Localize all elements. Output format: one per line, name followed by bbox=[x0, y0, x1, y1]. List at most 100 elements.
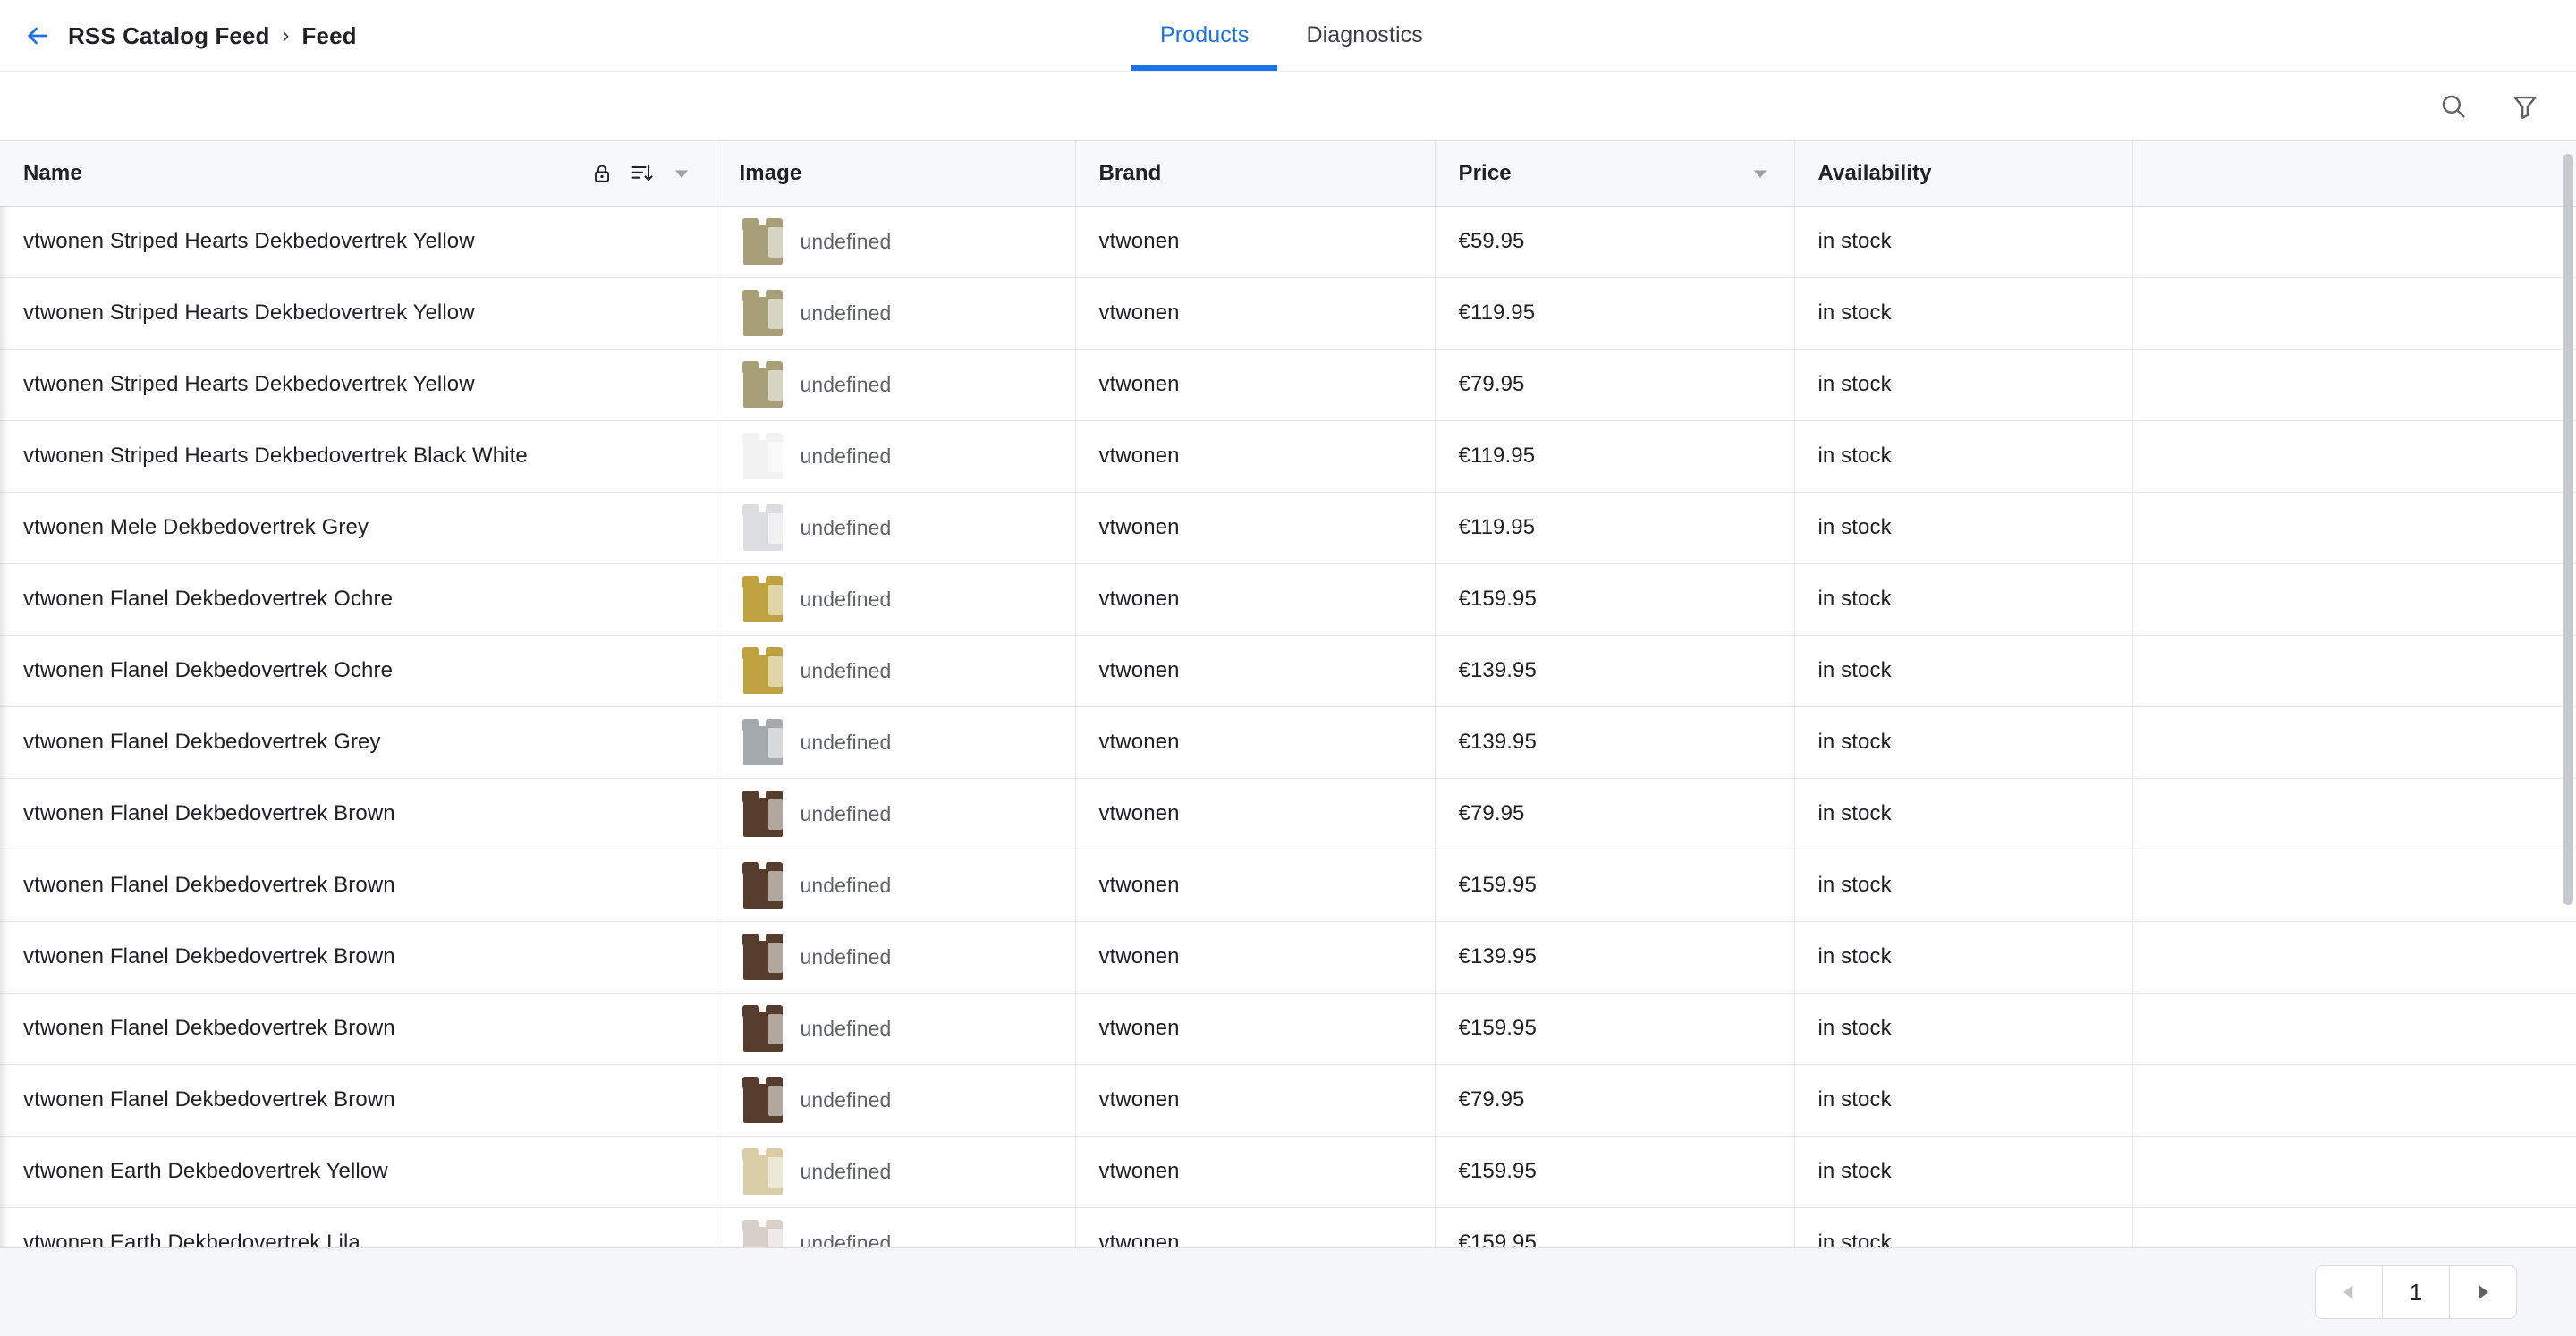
cell-extra bbox=[2132, 1207, 2576, 1247]
cell-price: €159.95 bbox=[1435, 1136, 1795, 1208]
product-thumbnail bbox=[739, 1075, 784, 1125]
cell-price: €139.95 bbox=[1435, 635, 1795, 707]
tab-bar: Products Diagnostics bbox=[1131, 0, 1452, 71]
image-alt-text: undefined bbox=[800, 873, 892, 897]
cell-name: vtwonen Striped Hearts Dekbedovertrek Bl… bbox=[0, 420, 716, 493]
table-row[interactable]: vtwonen Mele Dekbedovertrek Grey undefine… bbox=[0, 492, 2576, 564]
table-row[interactable]: vtwonen Earth Dekbedovertrek Lila undefin… bbox=[0, 1207, 2576, 1247]
table-row[interactable]: vtwonen Striped Hearts Dekbedovertrek Ye… bbox=[0, 206, 2576, 278]
name-column-menu-button[interactable] bbox=[671, 163, 692, 184]
cell-price: €139.95 bbox=[1435, 706, 1795, 779]
table-body: vtwonen Striped Hearts Dekbedovertrek Ye… bbox=[0, 206, 2576, 1247]
table-row[interactable]: vtwonen Flanel Dekbedovertrek Brown undef… bbox=[0, 850, 2576, 922]
table-row[interactable]: vtwonen Flanel Dekbedovertrek Grey undefi… bbox=[0, 706, 2576, 779]
image-alt-text: undefined bbox=[800, 1230, 892, 1248]
table-row[interactable]: vtwonen Flanel Dekbedovertrek Brown undef… bbox=[0, 921, 2576, 994]
cell-price: €79.95 bbox=[1435, 1064, 1795, 1137]
cell-price: €159.95 bbox=[1435, 850, 1795, 922]
cell-name: vtwonen Striped Hearts Dekbedovertrek Ye… bbox=[0, 206, 716, 278]
cell-brand: vtwonen bbox=[1075, 492, 1436, 564]
cell-image: undefined bbox=[716, 706, 1076, 779]
tab-diagnostics[interactable]: Diagnostics bbox=[1277, 0, 1451, 71]
cell-image: undefined bbox=[716, 563, 1076, 636]
column-label-availability: Availability bbox=[1818, 160, 1932, 185]
product-thumbnail bbox=[739, 646, 784, 696]
cell-brand: vtwonen bbox=[1075, 563, 1436, 636]
column-header-name[interactable]: Name bbox=[0, 141, 716, 207]
table-row[interactable]: vtwonen Striped Hearts Dekbedovertrek Ye… bbox=[0, 277, 2576, 350]
cell-availability: in stock bbox=[1794, 1207, 2133, 1247]
products-table-container[interactable]: Name Image Brand Price Availability vtwo… bbox=[0, 140, 2576, 1247]
table-row[interactable]: vtwonen Flanel Dekbedovertrek Ochre undef… bbox=[0, 563, 2576, 636]
filter-button[interactable] bbox=[2504, 86, 2546, 127]
table-row[interactable]: vtwonen Flanel Dekbedovertrek Brown undef… bbox=[0, 1064, 2576, 1137]
image-alt-text: undefined bbox=[800, 801, 892, 825]
rss-catalog-feed-page: RSS Catalog Feed › Feed Products Diagnos… bbox=[0, 0, 2576, 1336]
cell-image: undefined bbox=[716, 1207, 1076, 1248]
cell-price: €59.95 bbox=[1435, 206, 1795, 278]
image-alt-text: undefined bbox=[800, 515, 892, 539]
product-thumbnail bbox=[739, 1146, 784, 1196]
cell-brand: vtwonen bbox=[1075, 706, 1436, 779]
table-row[interactable]: vtwonen Flanel Dekbedovertrek Brown undef… bbox=[0, 993, 2576, 1065]
cell-image: undefined bbox=[716, 1064, 1076, 1137]
next-page-button[interactable] bbox=[2450, 1266, 2516, 1318]
search-button[interactable] bbox=[2433, 86, 2474, 127]
cell-extra bbox=[2132, 420, 2576, 493]
table-row[interactable]: vtwonen Striped Hearts Dekbedovertrek Ye… bbox=[0, 349, 2576, 421]
cell-price: €159.95 bbox=[1435, 563, 1795, 636]
cell-availability: in stock bbox=[1794, 993, 2133, 1065]
cell-price: €119.95 bbox=[1435, 420, 1795, 493]
sort-descending-button[interactable] bbox=[630, 161, 655, 186]
cell-extra bbox=[2132, 921, 2576, 994]
table-footer: 1 bbox=[0, 1247, 2576, 1336]
image-alt-text: undefined bbox=[800, 1159, 892, 1183]
cell-brand: vtwonen bbox=[1075, 778, 1436, 850]
column-header-extra bbox=[2132, 141, 2576, 207]
breadcrumb-parent-link[interactable]: RSS Catalog Feed bbox=[68, 24, 270, 47]
price-column-menu-button[interactable] bbox=[1750, 163, 1771, 184]
column-header-availability[interactable]: Availability bbox=[1794, 141, 2133, 207]
lock-icon-button[interactable] bbox=[590, 162, 614, 185]
product-thumbnail bbox=[739, 503, 784, 553]
cell-availability: in stock bbox=[1794, 563, 2133, 636]
cell-extra bbox=[2132, 778, 2576, 850]
cell-availability: in stock bbox=[1794, 420, 2133, 493]
current-page[interactable]: 1 bbox=[2382, 1266, 2450, 1318]
cell-availability: in stock bbox=[1794, 850, 2133, 922]
cell-brand: vtwonen bbox=[1075, 206, 1436, 278]
column-header-brand[interactable]: Brand bbox=[1075, 141, 1436, 207]
cell-brand: vtwonen bbox=[1075, 277, 1436, 350]
cell-name: vtwonen Flanel Dekbedovertrek Brown bbox=[0, 993, 716, 1065]
column-header-image[interactable]: Image bbox=[716, 141, 1076, 207]
cell-name: vtwonen Flanel Dekbedovertrek Brown bbox=[0, 921, 716, 994]
product-thumbnail bbox=[739, 288, 784, 338]
cell-name: vtwonen Flanel Dekbedovertrek Ochre bbox=[0, 635, 716, 707]
triangle-right-icon bbox=[2479, 1285, 2488, 1299]
cell-image: undefined bbox=[716, 778, 1076, 850]
product-thumbnail bbox=[739, 574, 784, 624]
cell-name: vtwonen Earth Dekbedovertrek Lila bbox=[0, 1207, 716, 1247]
pagination: 1 bbox=[2315, 1265, 2517, 1319]
image-alt-text: undefined bbox=[800, 730, 892, 754]
table-row[interactable]: vtwonen Flanel Dekbedovertrek Ochre undef… bbox=[0, 635, 2576, 707]
cell-name: vtwonen Flanel Dekbedovertrek Brown bbox=[0, 778, 716, 850]
table-row[interactable]: vtwonen Striped Hearts Dekbedovertrek Bl… bbox=[0, 420, 2576, 493]
table-row[interactable]: vtwonen Earth Dekbedovertrek Yellow undef… bbox=[0, 1136, 2576, 1208]
product-thumbnail bbox=[739, 431, 784, 481]
cell-image: undefined bbox=[716, 635, 1076, 707]
cell-brand: vtwonen bbox=[1075, 420, 1436, 493]
lock-icon bbox=[594, 165, 609, 182]
column-label-name: Name bbox=[23, 160, 82, 185]
cell-name: vtwonen Striped Hearts Dekbedovertrek Ye… bbox=[0, 349, 716, 421]
cell-extra bbox=[2132, 993, 2576, 1065]
previous-page-button[interactable] bbox=[2316, 1266, 2382, 1318]
table-row[interactable]: vtwonen Flanel Dekbedovertrek Brown undef… bbox=[0, 778, 2576, 850]
image-alt-text: undefined bbox=[800, 658, 892, 682]
cell-availability: in stock bbox=[1794, 706, 2133, 779]
cell-image: undefined bbox=[716, 492, 1076, 564]
tab-products[interactable]: Products bbox=[1131, 0, 1278, 71]
cell-brand: vtwonen bbox=[1075, 993, 1436, 1065]
back-button[interactable] bbox=[20, 18, 55, 54]
column-header-price[interactable]: Price bbox=[1435, 141, 1795, 207]
